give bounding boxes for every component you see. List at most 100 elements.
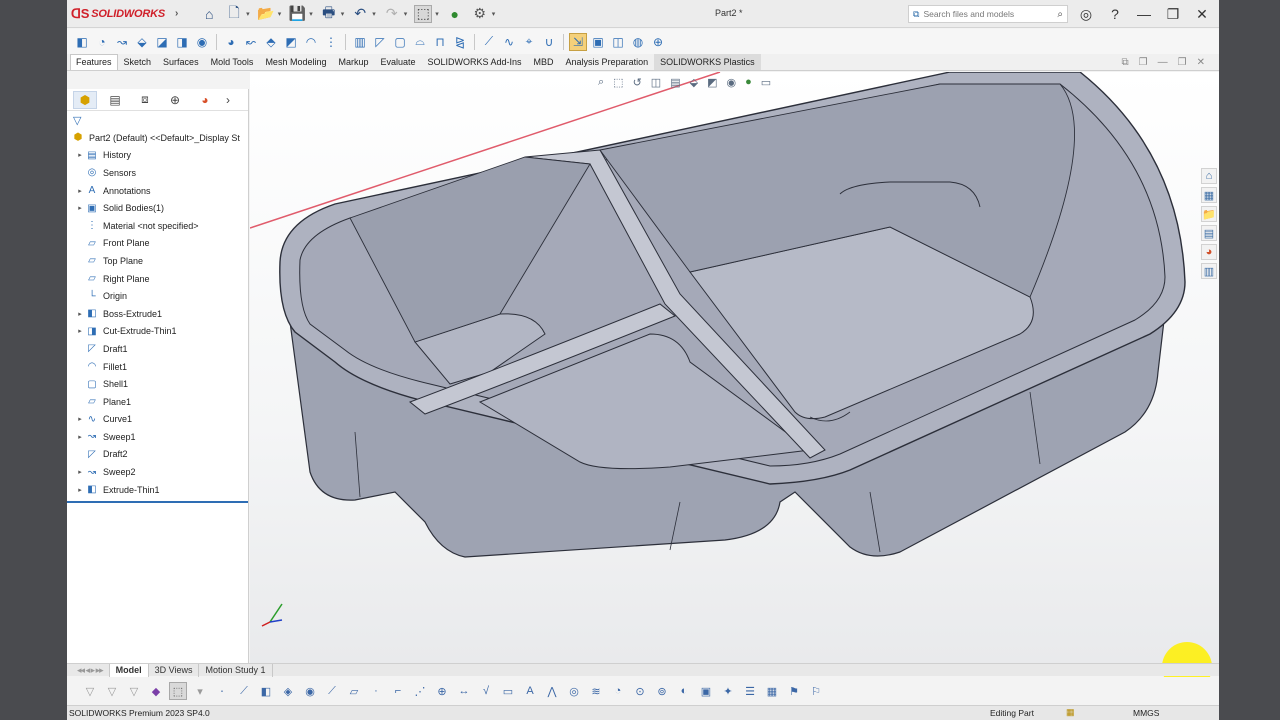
new-document-icon[interactable]: 🗋 [225,4,243,23]
extruded-boss-icon[interactable]: ◧ [73,33,91,51]
doc-maximize-icon[interactable]: ❐ [1178,57,1187,68]
tab-analysis-preparation[interactable]: Analysis Preparation [560,54,655,70]
filter-edges-icon[interactable]: ⟋ [235,682,253,700]
filter-all-icon[interactable]: ▽ [125,682,143,700]
filter-surface-finish-icon[interactable]: √ [477,682,495,700]
minimize-icon[interactable]: — [1135,5,1153,23]
tree-item-origin[interactable]: └ Origin [67,287,248,305]
apply-scene-icon[interactable]: ▭ [761,76,771,89]
feature-manager-tab-icon[interactable]: ⬢ [73,90,97,109]
filter-mid-points-icon[interactable]: ◐ [675,682,693,700]
filter-clear-icon[interactable]: ▽ [103,682,121,700]
tree-item-cut-extrude-thin1[interactable]: ▸ ◨ Cut-Extrude-Thin1 [67,323,248,341]
tab-mesh-modeling[interactable]: Mesh Modeling [259,54,332,70]
rebuild-status-icon[interactable]: ▦ [1066,707,1075,718]
expand-arrow-icon[interactable]: ▸ [75,310,85,318]
options-dropdown-icon[interactable]: ▾ [492,10,496,18]
app-logo[interactable]: ᗡS SOLIDWORKS › [71,6,178,22]
rib-icon[interactable]: ▥ [351,33,369,51]
options-icon[interactable]: ⚙ [471,5,489,23]
boundary-boss-icon[interactable]: ◪ [153,33,171,51]
filter-dimensions-icon[interactable]: ↔ [455,682,473,700]
select-icon[interactable]: ⬚ [414,4,433,23]
edit-appearance-icon[interactable]: ● [745,76,752,89]
filter-flags-icon[interactable]: ⚑ [785,682,803,700]
filter-sketch-segments-icon[interactable]: ⌐ [389,682,407,700]
expand-arrow-icon[interactable]: ▸ [75,433,85,441]
tab-3d-views[interactable]: 3D Views [149,663,200,677]
boundary-cut-icon[interactable]: ◩ [282,33,300,51]
tile-icon[interactable]: ⧉ [1122,57,1129,68]
status-units[interactable]: MMGS [1133,708,1159,718]
custom-properties-icon[interactable]: ▥ [1201,263,1217,279]
doc-close-icon[interactable]: ✕ [1197,57,1205,68]
dimxpert-tab-icon[interactable]: ⊕ [163,91,187,109]
menu-arrow-icon[interactable]: › [175,8,178,19]
tab-navigation-arrows[interactable]: ◂◂ ◂ ▸ ▸▸ [71,663,110,677]
tree-item-curve1[interactable]: ▸ ∿ Curve1 [67,411,248,429]
tree-item-material[interactable]: ⋮ Material <not specified> [67,217,248,235]
display-style-icon[interactable]: ◩ [707,76,717,89]
tree-item-sweep1[interactable]: ▸ ↝ Sweep1 [67,428,248,446]
close-icon[interactable]: ✕ [1193,5,1211,23]
solidworks-resources-icon[interactable]: ⌂ [1201,168,1217,184]
open-icon[interactable]: 📂 [257,5,275,23]
selection-dropdown-icon[interactable]: ▾ [191,682,209,700]
print-icon[interactable]: 🖶 [320,4,338,23]
appearances-icon[interactable]: ◕ [1201,244,1217,260]
restore-icon[interactable]: ❐ [1164,5,1182,23]
save-icon[interactable]: 💾 [288,5,306,23]
tab-features[interactable]: Features [70,54,118,70]
filter-routing-points-icon[interactable]: ⊚ [653,682,671,700]
filter-display-icon[interactable]: ▦ [763,682,781,700]
filter-icon[interactable]: ▽ [67,111,248,129]
tree-item-shell1[interactable]: ▢ Shell1 [67,375,248,393]
magnet-icon[interactable]: ∪ [540,33,558,51]
user-icon[interactable]: ◎ [1077,5,1095,23]
tab-model[interactable]: Model [109,663,149,677]
search-input[interactable]: Search files and models [923,9,1014,19]
expand-arrow-icon[interactable]: ▸ [75,151,85,159]
filter-dowel-pins-icon[interactable]: ◔ [609,682,627,700]
tab-surfaces[interactable]: Surfaces [157,54,205,70]
property-manager-tab-icon[interactable]: ▤ [103,91,127,109]
instant3d-icon[interactable]: ⌖ [520,33,538,51]
filter-solid-bodies-icon[interactable]: ◉ [301,682,319,700]
filter-geometric-tolerances-icon[interactable]: ▭ [499,682,517,700]
search-scope-icon[interactable]: ⧉ [913,9,919,20]
instant3d-toggle-icon[interactable]: ⇲ [569,32,587,51]
filter-select-icon[interactable]: ◆ [147,682,165,700]
hole-wizard-icon[interactable]: ◉ [193,33,211,51]
tab-markup[interactable]: Markup [332,54,374,70]
extruded-cut-icon[interactable]: ◨ [173,33,191,51]
filter-faces-icon[interactable]: ◧ [257,682,275,700]
design-library-icon[interactable]: ▦ [1201,187,1217,203]
filter-vertices-icon[interactable]: ⋅ [213,682,231,700]
graphics-area[interactable]: ⌕ ⬚ ↺ ◫ ▤ ⬙ ◩ ◉ ● ▭ ⌂ ▦ 📁 ▤ ◕ ▥ [250,72,1219,663]
view-orientation-icon[interactable]: ⬙ [690,76,698,89]
tab-mold-tools[interactable]: Mold Tools [205,54,260,70]
tree-item-fillet1[interactable]: ◠ Fillet1 [67,358,248,376]
tab-mbd[interactable]: MBD [528,54,560,70]
zoom-area-icon[interactable]: ⬚ [613,76,623,89]
tree-item-draft1[interactable]: ◸ Draft1 [67,340,248,358]
filter-toggle-icon[interactable]: ▽ [81,682,99,700]
lofted-boss-icon[interactable]: ⬙ [133,33,151,51]
search-box[interactable]: ⧉ Search files and models ⌕ [908,5,1068,23]
redo-icon[interactable]: ↷ [383,5,401,23]
redo-dropdown-icon[interactable]: ▾ [404,10,408,18]
filter-surface-bodies-icon[interactable]: ◈ [279,682,297,700]
tree-item-sensors[interactable]: ◎ Sensors [67,164,248,182]
tree-item-draft2[interactable]: ◸ Draft2 [67,446,248,464]
expand-arrow-icon[interactable]: ▸ [75,187,85,195]
select-dropdown-icon[interactable]: ▾ [435,10,439,18]
display-manager-tab-icon[interactable]: ◕ [193,91,217,109]
help-icon[interactable]: ? [1106,5,1124,23]
undo-dropdown-icon[interactable]: ▾ [372,10,376,18]
tray-model[interactable] [250,72,1219,663]
filter-markers-icon[interactable]: ⚐ [807,682,825,700]
revolved-boss-icon[interactable]: ◔ [93,33,111,51]
reference-geometry-icon[interactable]: ⟋ [480,33,498,51]
more-tabs-icon[interactable]: › [223,91,233,109]
section-view-icon[interactable]: ◫ [651,76,661,89]
